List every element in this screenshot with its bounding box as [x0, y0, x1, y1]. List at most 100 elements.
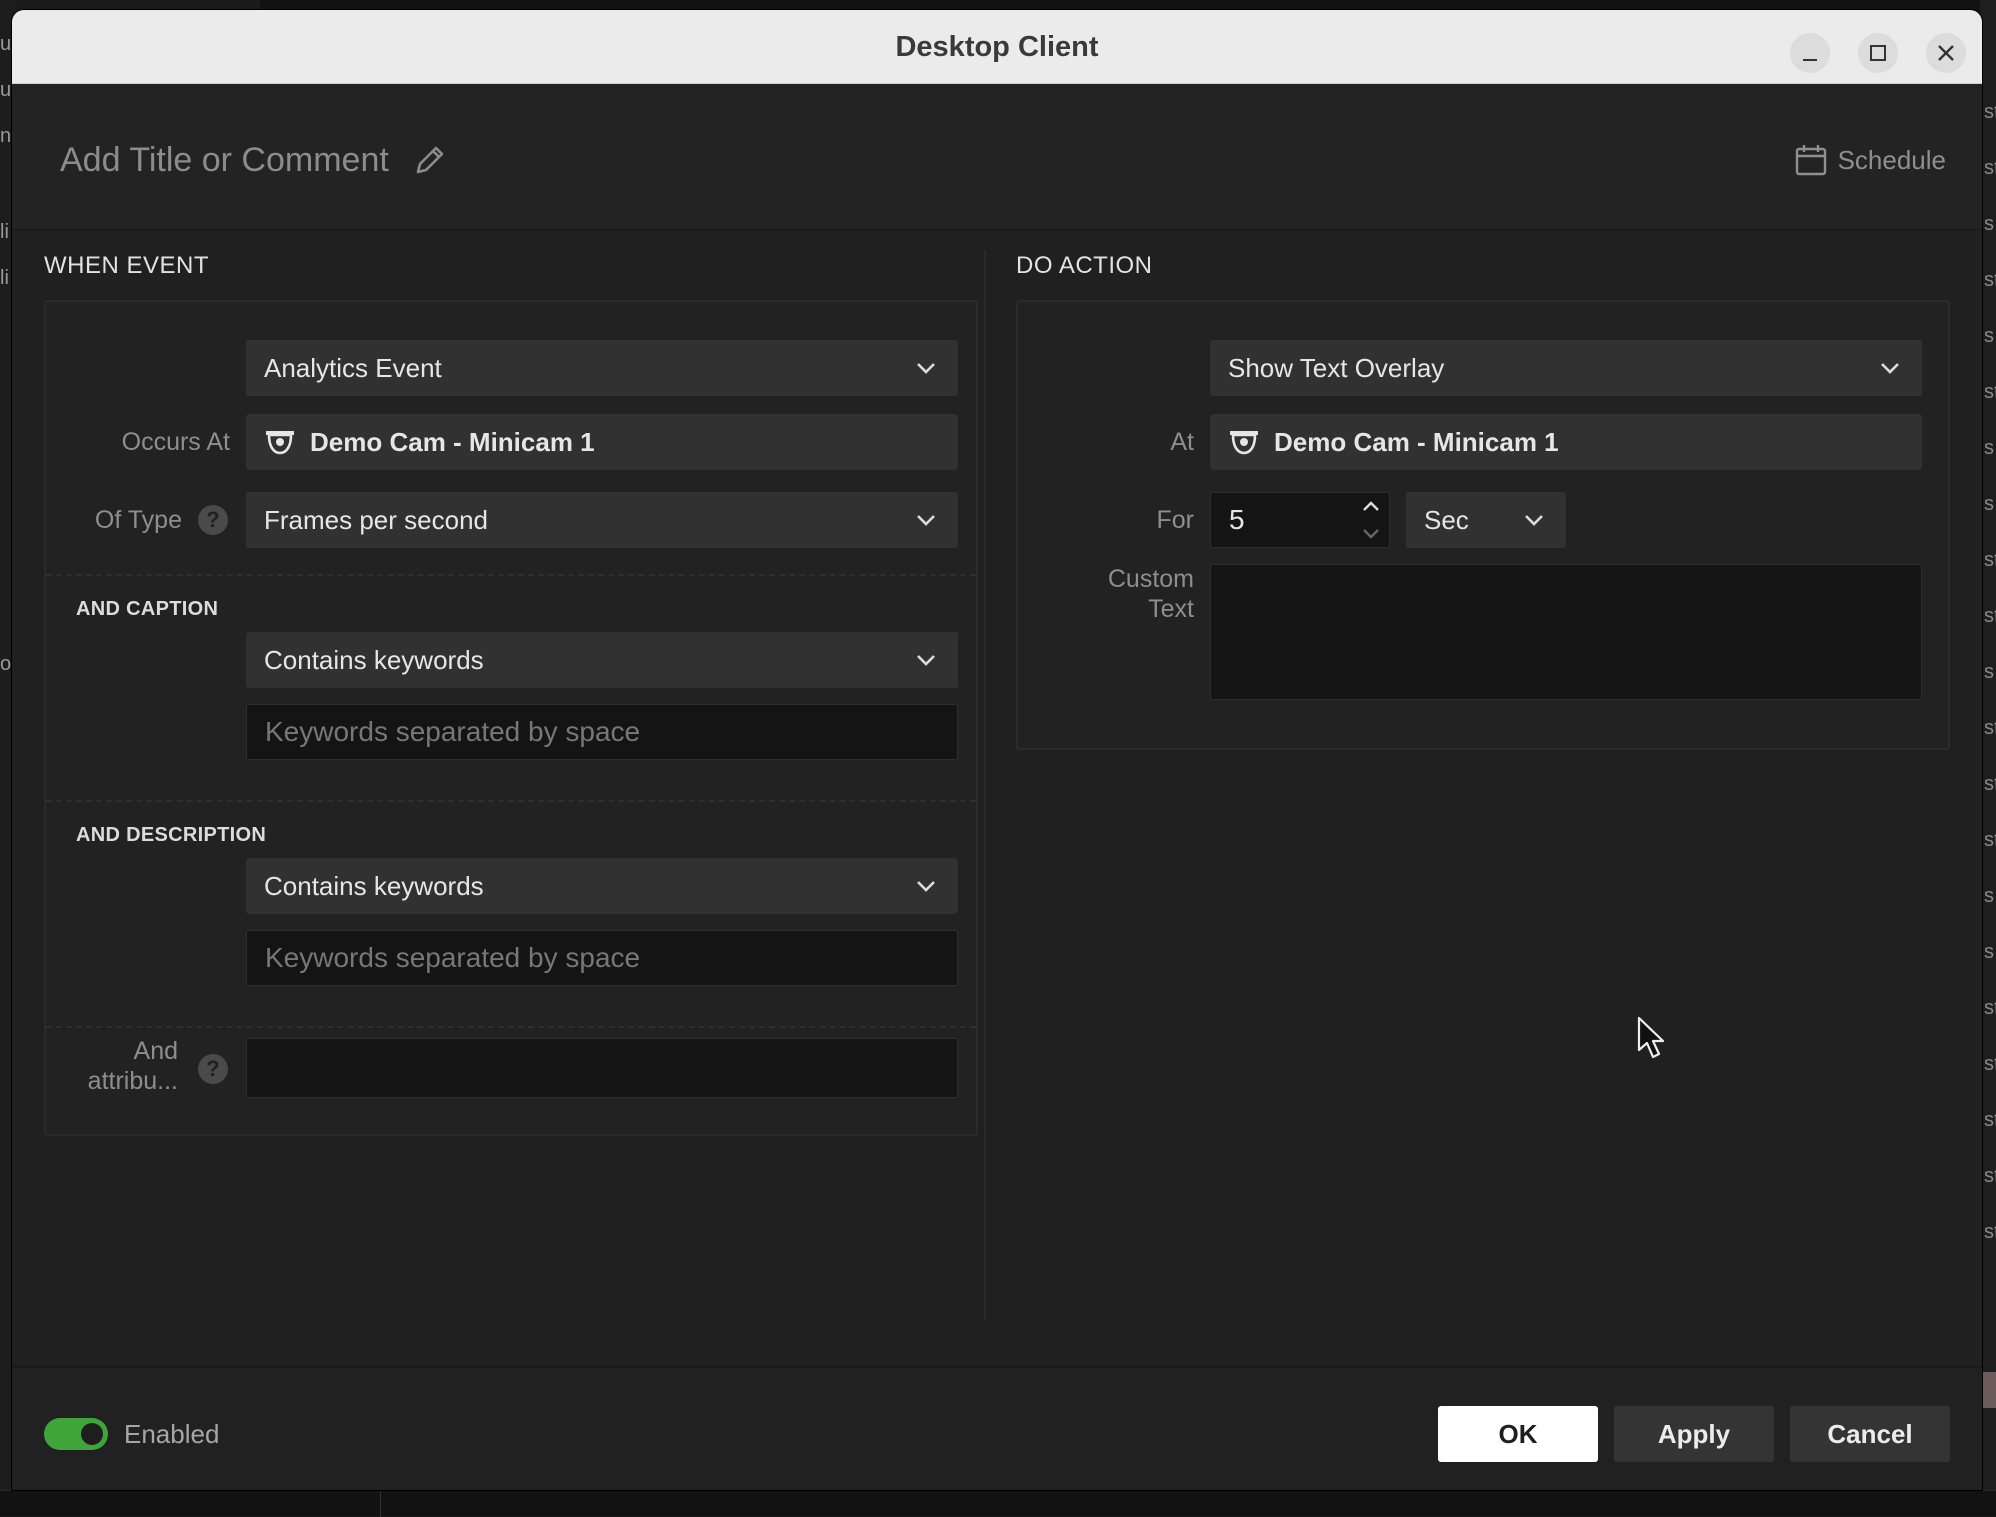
background-text-fragment: s [1984, 942, 1994, 962]
enabled-toggle[interactable] [44, 1418, 108, 1450]
schedule-label: Schedule [1837, 144, 1946, 175]
background-text-fragment: st [1984, 718, 1996, 738]
background-text-fragment: s [1984, 886, 1994, 906]
background-text-fragment: us [0, 34, 12, 54]
custom-text-area[interactable] [1210, 564, 1922, 700]
do-action-panel: Show Text Overlay At Demo Cam - Minicam … [1016, 300, 1950, 750]
close-button[interactable] [1926, 33, 1966, 73]
background-text-fragment: st [1984, 1222, 1996, 1242]
at-camera-selector[interactable]: Demo Cam - Minicam 1 [1210, 414, 1922, 470]
background-text-fragment: s [1984, 662, 1994, 682]
background-text-fragment: st [1984, 102, 1996, 122]
background-text-fragment: li [0, 268, 9, 288]
help-icon[interactable]: ? [198, 505, 228, 535]
duration-value: 5 [1229, 504, 1245, 535]
chevron-down-icon [917, 655, 935, 666]
description-keywords-placeholder: Keywords separated by space [265, 942, 641, 973]
attributes-label: And attribu... [60, 1036, 178, 1096]
background-text-fragment: st [1984, 774, 1996, 794]
chevron-down-icon [917, 881, 935, 892]
custom-text-label: Custom Text [1038, 564, 1194, 624]
event-type-dropdown[interactable]: Analytics Event [246, 340, 958, 396]
background-app-right-edge: st st s st s st s s st st s st st st s s… [1980, 0, 1996, 1516]
enabled-label: Enabled [124, 1419, 220, 1449]
background-text-fragment: st [1984, 1054, 1996, 1074]
toggle-knob [81, 1423, 103, 1445]
duration-unit-dropdown[interactable]: Sec [1406, 492, 1566, 548]
background-text-fragment: or [0, 654, 12, 674]
when-event-title: WHEN EVENT [44, 252, 210, 279]
maximize-button[interactable] [1858, 33, 1898, 73]
chevron-down-icon[interactable] [1361, 527, 1381, 541]
and-caption-heading: AND CAPTION [76, 598, 219, 620]
maximize-icon [1870, 45, 1886, 61]
help-icon[interactable]: ? [198, 1054, 228, 1084]
calendar-icon [1795, 145, 1826, 176]
of-type-label: Of Type [94, 506, 182, 534]
chevron-down-icon [1525, 515, 1543, 526]
caption-keywords-placeholder: Keywords separated by space [265, 716, 641, 747]
for-label: For [1156, 506, 1195, 534]
event-type-value: Analytics Event [264, 352, 442, 383]
background-app-bottom [0, 1490, 1996, 1517]
background-app-tab [1982, 1372, 1996, 1408]
section-separator [46, 1026, 976, 1028]
apply-button[interactable]: Apply [1614, 1406, 1774, 1462]
background-text-fragment: st [1984, 606, 1996, 626]
background-text-fragment: st [1984, 998, 1996, 1018]
background-text-fragment: s [1984, 214, 1994, 234]
window-titlebar[interactable]: Desktop Client [12, 10, 1982, 84]
caption-keywords-input[interactable]: Keywords separated by space [246, 704, 958, 760]
of-type-dropdown[interactable]: Frames per second [246, 492, 958, 548]
caption-condition-value: Contains keywords [264, 644, 484, 675]
at-label: At [1170, 428, 1194, 456]
do-action-title: DO ACTION [1016, 252, 1153, 279]
of-type-value: Frames per second [264, 504, 488, 535]
title-comment-field[interactable]: Add Title or Comment [60, 138, 389, 182]
section-separator [46, 800, 976, 802]
caption-condition-dropdown[interactable]: Contains keywords [246, 632, 958, 688]
occurs-at-label: Occurs At [121, 428, 230, 456]
dialog-footer: Enabled OK Apply Cancel [12, 1366, 1982, 1490]
minimize-button[interactable] [1790, 33, 1830, 73]
pencil-icon[interactable] [410, 140, 450, 180]
minimize-icon [1803, 59, 1817, 61]
background-text-fragment: u [0, 80, 12, 100]
occurs-at-camera-selector[interactable]: Demo Cam - Minicam 1 [246, 414, 958, 470]
background-text-fragment: s [1984, 326, 1994, 346]
background-text-fragment: st [1984, 1166, 1996, 1186]
rule-header: Add Title or Comment Schedule [12, 84, 1982, 230]
close-icon [1938, 45, 1954, 61]
chevron-down-icon [917, 363, 935, 374]
action-type-dropdown[interactable]: Show Text Overlay [1210, 340, 1922, 396]
action-type-value: Show Text Overlay [1228, 352, 1445, 383]
custom-text-label-line1: Custom [1107, 565, 1194, 593]
duration-spinbox[interactable]: 5 [1210, 492, 1390, 548]
attributes-label-line1: And [133, 1037, 178, 1065]
duration-unit-value: Sec [1424, 504, 1469, 535]
background-text-fragment: s [1984, 494, 1994, 514]
description-condition-value: Contains keywords [264, 870, 484, 901]
schedule-button[interactable]: Schedule [1794, 142, 1946, 178]
section-separator [46, 574, 976, 576]
description-condition-dropdown[interactable]: Contains keywords [246, 858, 958, 914]
cancel-button[interactable]: Cancel [1790, 1406, 1950, 1462]
background-text-fragment: li [0, 222, 9, 242]
background-text-fragment: st [1984, 270, 1996, 290]
mouse-cursor-icon [1637, 1016, 1665, 1059]
and-description-heading: AND DESCRIPTION [76, 824, 267, 846]
custom-text-label-line2: Text [1148, 595, 1194, 623]
at-value: Demo Cam - Minicam 1 [1274, 426, 1559, 457]
description-keywords-input[interactable]: Keywords separated by space [246, 930, 958, 986]
chevron-up-icon[interactable] [1361, 499, 1381, 513]
attributes-input[interactable] [246, 1038, 958, 1098]
occurs-at-value: Demo Cam - Minicam 1 [310, 426, 595, 457]
section-divider [984, 250, 986, 1320]
window-title: Desktop Client [895, 31, 1099, 63]
ok-button[interactable]: OK [1438, 1406, 1598, 1462]
background-text-fragment: st [1984, 1110, 1996, 1130]
background-text-fragment: st [1984, 382, 1996, 402]
background-text-fragment: n [0, 126, 12, 146]
chevron-down-icon [1881, 363, 1899, 374]
background-text-fragment: st [1984, 550, 1996, 570]
